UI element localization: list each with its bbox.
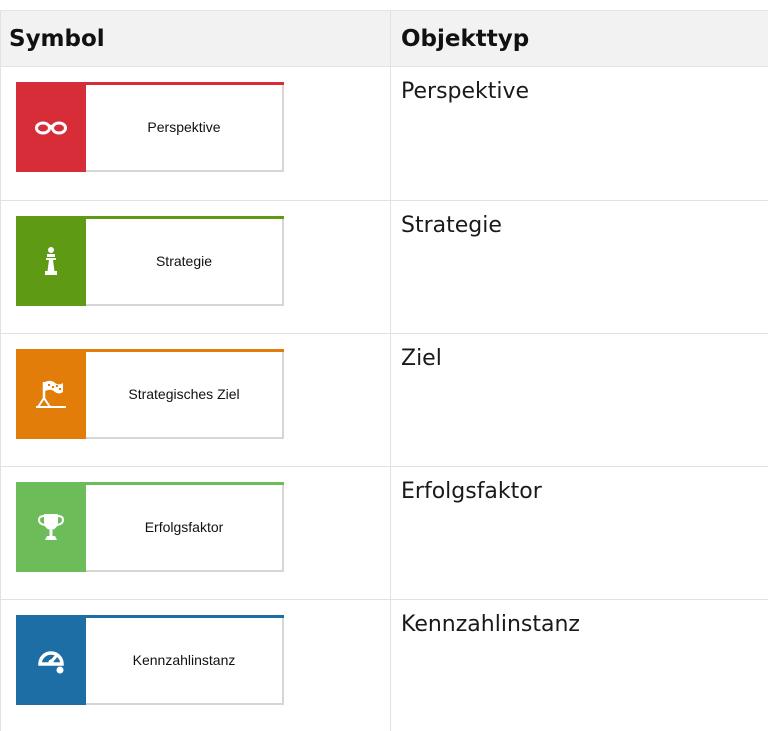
table-row: Perspektive Perspektive bbox=[1, 67, 768, 201]
glasses-icon bbox=[35, 119, 67, 135]
column-divider bbox=[390, 10, 391, 731]
symbol-icon-block bbox=[16, 216, 86, 306]
symbol-label: Strategisches Ziel bbox=[128, 386, 240, 402]
object-type: Erfolgsfaktor bbox=[401, 479, 542, 504]
symbol-icon-block bbox=[16, 349, 86, 439]
symbol-icon-block bbox=[16, 615, 86, 705]
header-symbol: Symbol bbox=[9, 26, 105, 52]
table-row: Strategisches Ziel Ziel bbox=[1, 334, 768, 467]
symbol-label: Strategie bbox=[155, 253, 213, 269]
symbol-strategisches-ziel: Strategisches Ziel bbox=[16, 349, 284, 439]
symbol-erfolgsfaktor: Erfolgsfaktor bbox=[16, 482, 284, 572]
header-object-type: Objekttyp bbox=[401, 26, 530, 52]
symbol-label: Perspektive bbox=[147, 119, 221, 135]
symbol-label: Kennzahlinstanz bbox=[132, 652, 236, 668]
table-header: Symbol Objekttyp bbox=[1, 10, 768, 67]
symbol-table: Symbol Objekttyp Perspektive Perspektive… bbox=[0, 10, 768, 731]
symbol-icon-block bbox=[16, 482, 86, 572]
page: Symbol Objekttyp Perspektive Perspektive… bbox=[0, 0, 768, 731]
trophy-icon bbox=[38, 512, 64, 542]
symbol-icon-block bbox=[16, 82, 86, 172]
object-type: Perspektive bbox=[401, 79, 530, 104]
table-row: Strategie Strategie bbox=[1, 201, 768, 334]
object-type: Kennzahlinstanz bbox=[401, 612, 580, 637]
gauge-icon bbox=[36, 646, 66, 674]
table-row: Kennzahlinstanz Kennzahlinstanz bbox=[1, 600, 768, 731]
goal-flag-icon bbox=[36, 379, 66, 409]
symbol-kennzahlinstanz: Kennzahlinstanz bbox=[16, 615, 284, 705]
chess-piece-icon bbox=[43, 246, 59, 276]
table-row: Erfolgsfaktor Erfolgsfaktor bbox=[1, 467, 768, 600]
symbol-strategie: Strategie bbox=[16, 216, 284, 306]
symbol-label: Erfolgsfaktor bbox=[144, 519, 224, 535]
symbol-perspektive: Perspektive bbox=[16, 82, 284, 172]
object-type: Strategie bbox=[401, 213, 502, 238]
object-type: Ziel bbox=[401, 346, 442, 371]
